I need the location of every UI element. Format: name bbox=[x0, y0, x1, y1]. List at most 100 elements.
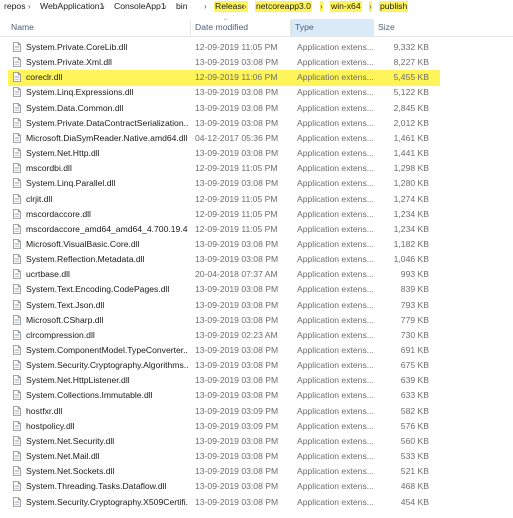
file-name[interactable]: System.Linq.Parallel.dll bbox=[26, 176, 188, 191]
file-name[interactable]: System.Net.Http.dll bbox=[26, 146, 188, 161]
file-type: Application extens... bbox=[297, 314, 374, 325]
file-row[interactable]: Microsoft.DiaSymReader.Native.amd64.dll 0… bbox=[0, 131, 505, 146]
file-name[interactable]: coreclr.dll bbox=[26, 70, 188, 85]
file-row[interactable]: System.Collections.Immutable.dll 13-09-20… bbox=[0, 388, 505, 403]
column-divider[interactable] bbox=[373, 20, 374, 35]
column-divider[interactable] bbox=[190, 20, 191, 35]
file-type: Application extens... bbox=[297, 148, 374, 159]
file-name[interactable]: System.Text.Encoding.CodePages.dll bbox=[26, 282, 188, 297]
file-type: Application extens... bbox=[297, 284, 374, 295]
file-name[interactable]: Microsoft.CSharp.dll bbox=[26, 313, 188, 328]
column-header-size[interactable]: Size bbox=[375, 19, 433, 36]
breadcrumb-separator-icon[interactable]: › bbox=[28, 1, 31, 12]
file-row[interactable]: System.ComponentModel.TypeConverter.... 1… bbox=[0, 343, 505, 358]
file-name[interactable]: clrjit.dll bbox=[26, 192, 188, 207]
file-row[interactable]: Microsoft.VisualBasic.Core.dll 13-09-2019… bbox=[0, 237, 505, 252]
file-row[interactable]: System.Net.Sockets.dll 13-09-2019 03:08 P… bbox=[0, 464, 505, 479]
document-icon bbox=[13, 57, 21, 68]
file-type: Application extens... bbox=[297, 435, 374, 446]
file-name[interactable]: System.Security.Cryptography.X509Certifi… bbox=[26, 495, 188, 510]
file-row[interactable]: System.Linq.Expressions.dll 13-09-2019 03… bbox=[0, 85, 505, 100]
file-name[interactable]: System.Collections.Immutable.dll bbox=[26, 388, 188, 403]
file-row[interactable]: System.Security.Cryptography.Algorithms.… bbox=[0, 358, 505, 373]
file-date: 13-09-2019 03:08 PM bbox=[195, 178, 279, 189]
file-name[interactable]: Microsoft.DiaSymReader.Native.amd64.dll bbox=[26, 131, 188, 146]
file-name[interactable]: Microsoft.VisualBasic.Core.dll bbox=[26, 237, 188, 252]
file-name[interactable]: System.Net.Sockets.dll bbox=[26, 464, 188, 479]
file-date: 04-12-2017 05:36 PM bbox=[195, 132, 279, 143]
breadcrumb-item[interactable]: bin bbox=[175, 1, 188, 12]
file-row[interactable]: System.Data.Common.dll 13-09-2019 03:08 P… bbox=[0, 101, 505, 116]
breadcrumb-separator-icon[interactable]: › bbox=[320, 1, 323, 12]
file-type: Application extens... bbox=[297, 42, 374, 52]
file-row[interactable]: System.Net.Http.dll 13-09-2019 03:08 PM Ap… bbox=[0, 146, 505, 161]
file-date: 13-09-2019 03:08 PM bbox=[195, 148, 279, 159]
file-name[interactable]: System.Text.Json.dll bbox=[26, 298, 188, 313]
column-header-date[interactable]: Date modified bbox=[192, 19, 290, 36]
document-icon bbox=[13, 42, 21, 52]
file-row[interactable]: System.Text.Encoding.CodePages.dll 13-09-… bbox=[0, 282, 505, 297]
file-name[interactable]: clrcompression.dll bbox=[26, 328, 188, 343]
breadcrumb-item[interactable]: netcoreapp3.0 bbox=[255, 1, 312, 12]
file-name[interactable]: mscordaccore_amd64_amd64_4.700.19.4... bbox=[26, 222, 188, 237]
breadcrumb-item[interactable]: win-x64 bbox=[330, 1, 362, 12]
file-row[interactable]: System.Text.Json.dll 13-09-2019 03:08 PM A… bbox=[0, 298, 505, 313]
file-name[interactable]: System.Private.CoreLib.dll bbox=[26, 40, 188, 55]
file-name[interactable]: ucrtbase.dll bbox=[26, 267, 188, 282]
file-name[interactable]: System.Reflection.Metadata.dll bbox=[26, 252, 188, 267]
file-row[interactable]: System.Private.DataContractSerialization… bbox=[0, 116, 505, 131]
file-name[interactable]: System.Security.Cryptography.Algorithms.… bbox=[26, 358, 188, 373]
file-row[interactable]: System.Net.HttpListener.dll 13-09-2019 03… bbox=[0, 373, 505, 388]
breadcrumb-separator-icon[interactable]: › bbox=[204, 1, 207, 12]
file-row[interactable]: System.Private.Xml.dll 13-09-2019 03:08 P… bbox=[0, 55, 505, 70]
file-size: 8,227 KB bbox=[393, 57, 429, 68]
file-name[interactable]: System.Net.HttpListener.dll bbox=[26, 373, 188, 388]
file-row[interactable]: System.Net.Security.dll 13-09-2019 03:08 … bbox=[0, 434, 505, 449]
file-name[interactable]: System.Data.Common.dll bbox=[26, 101, 188, 116]
breadcrumb-item[interactable]: WebApplication1 bbox=[39, 1, 105, 12]
file-row[interactable]: System.Threading.Tasks.Dataflow.dll 13-09… bbox=[0, 479, 505, 494]
file-row[interactable]: clrcompression.dll 13-09-2019 02:23 AM App… bbox=[0, 328, 505, 343]
file-row[interactable]: Microsoft.CSharp.dll 13-09-2019 03:08 PM A… bbox=[0, 313, 505, 328]
file-type: Application extens... bbox=[297, 345, 374, 355]
breadcrumb-item[interactable]: Release bbox=[214, 1, 248, 12]
file-name[interactable]: hostpolicy.dll bbox=[26, 419, 188, 434]
file-row[interactable]: mscordaccore.dll 12-09-2019 11:05 PM Appli… bbox=[0, 207, 505, 222]
file-row[interactable]: ucrtbase.dll 20-04-2018 07:37 AM Applicati… bbox=[0, 267, 505, 282]
file-row[interactable]: mscordbi.dll 12-09-2019 11:05 PM Applicati… bbox=[0, 161, 505, 176]
breadcrumb-separator-icon[interactable]: › bbox=[244, 1, 247, 12]
file-row[interactable]: hostpolicy.dll 13-09-2019 03:09 PM Applica… bbox=[0, 419, 505, 434]
file-row[interactable]: coreclr.dll 12-09-2019 11:06 PM Applicatio… bbox=[0, 70, 505, 87]
breadcrumb-separator-icon[interactable]: › bbox=[369, 1, 372, 12]
breadcrumb-item[interactable]: repos bbox=[3, 1, 27, 12]
file-row[interactable]: System.Net.Mail.dll 13-09-2019 03:08 PM Ap… bbox=[0, 449, 505, 464]
file-name[interactable]: mscordbi.dll bbox=[26, 161, 188, 176]
file-date: 12-09-2019 11:05 PM bbox=[195, 163, 278, 174]
file-size: 1,274 KB bbox=[393, 193, 429, 204]
file-name[interactable]: System.Private.Xml.dll bbox=[26, 55, 188, 70]
column-header-name[interactable]: Name bbox=[8, 19, 191, 36]
file-name[interactable]: System.Threading.Tasks.Dataflow.dll bbox=[26, 479, 188, 494]
file-row[interactable]: System.Private.CoreLib.dll 12-09-2019 11:… bbox=[0, 40, 505, 55]
file-type: Application extens... bbox=[297, 481, 374, 492]
file-name[interactable]: System.Linq.Expressions.dll bbox=[26, 85, 188, 100]
file-name[interactable]: System.ComponentModel.TypeConverter.... bbox=[26, 343, 188, 358]
file-row[interactable]: System.Reflection.Metadata.dll 13-09-2019… bbox=[0, 252, 505, 267]
breadcrumb-item[interactable]: publish bbox=[379, 1, 409, 12]
file-name[interactable]: mscordaccore.dll bbox=[26, 207, 188, 222]
file-name[interactable]: hostfxr.dll bbox=[26, 404, 188, 419]
file-name[interactable]: System.Private.DataContractSerialization… bbox=[26, 116, 188, 131]
file-name[interactable]: System.Net.Security.dll bbox=[26, 434, 188, 449]
file-date: 13-09-2019 03:08 PM bbox=[195, 87, 279, 98]
breadcrumb-separator-icon[interactable]: › bbox=[102, 1, 105, 12]
file-row[interactable]: System.Security.Cryptography.X509Certifi… bbox=[0, 495, 505, 510]
file-row[interactable]: clrjit.dll 12-09-2019 11:05 PM Application… bbox=[0, 192, 505, 207]
sort-caret-icon: ⌃ bbox=[223, 19, 229, 25]
file-row[interactable]: hostfxr.dll 13-09-2019 03:09 PM Applicatio… bbox=[0, 404, 505, 419]
column-header-type[interactable]: Type bbox=[291, 19, 373, 36]
breadcrumb-item[interactable]: ConsoleApp1 bbox=[113, 1, 167, 12]
breadcrumb-separator-icon[interactable]: › bbox=[164, 1, 167, 12]
file-row[interactable]: mscordaccore_amd64_amd64_4.700.19.4... 12… bbox=[0, 222, 505, 237]
file-name[interactable]: System.Net.Mail.dll bbox=[26, 449, 188, 464]
file-row[interactable]: System.Linq.Parallel.dll 13-09-2019 03:08… bbox=[0, 176, 505, 191]
